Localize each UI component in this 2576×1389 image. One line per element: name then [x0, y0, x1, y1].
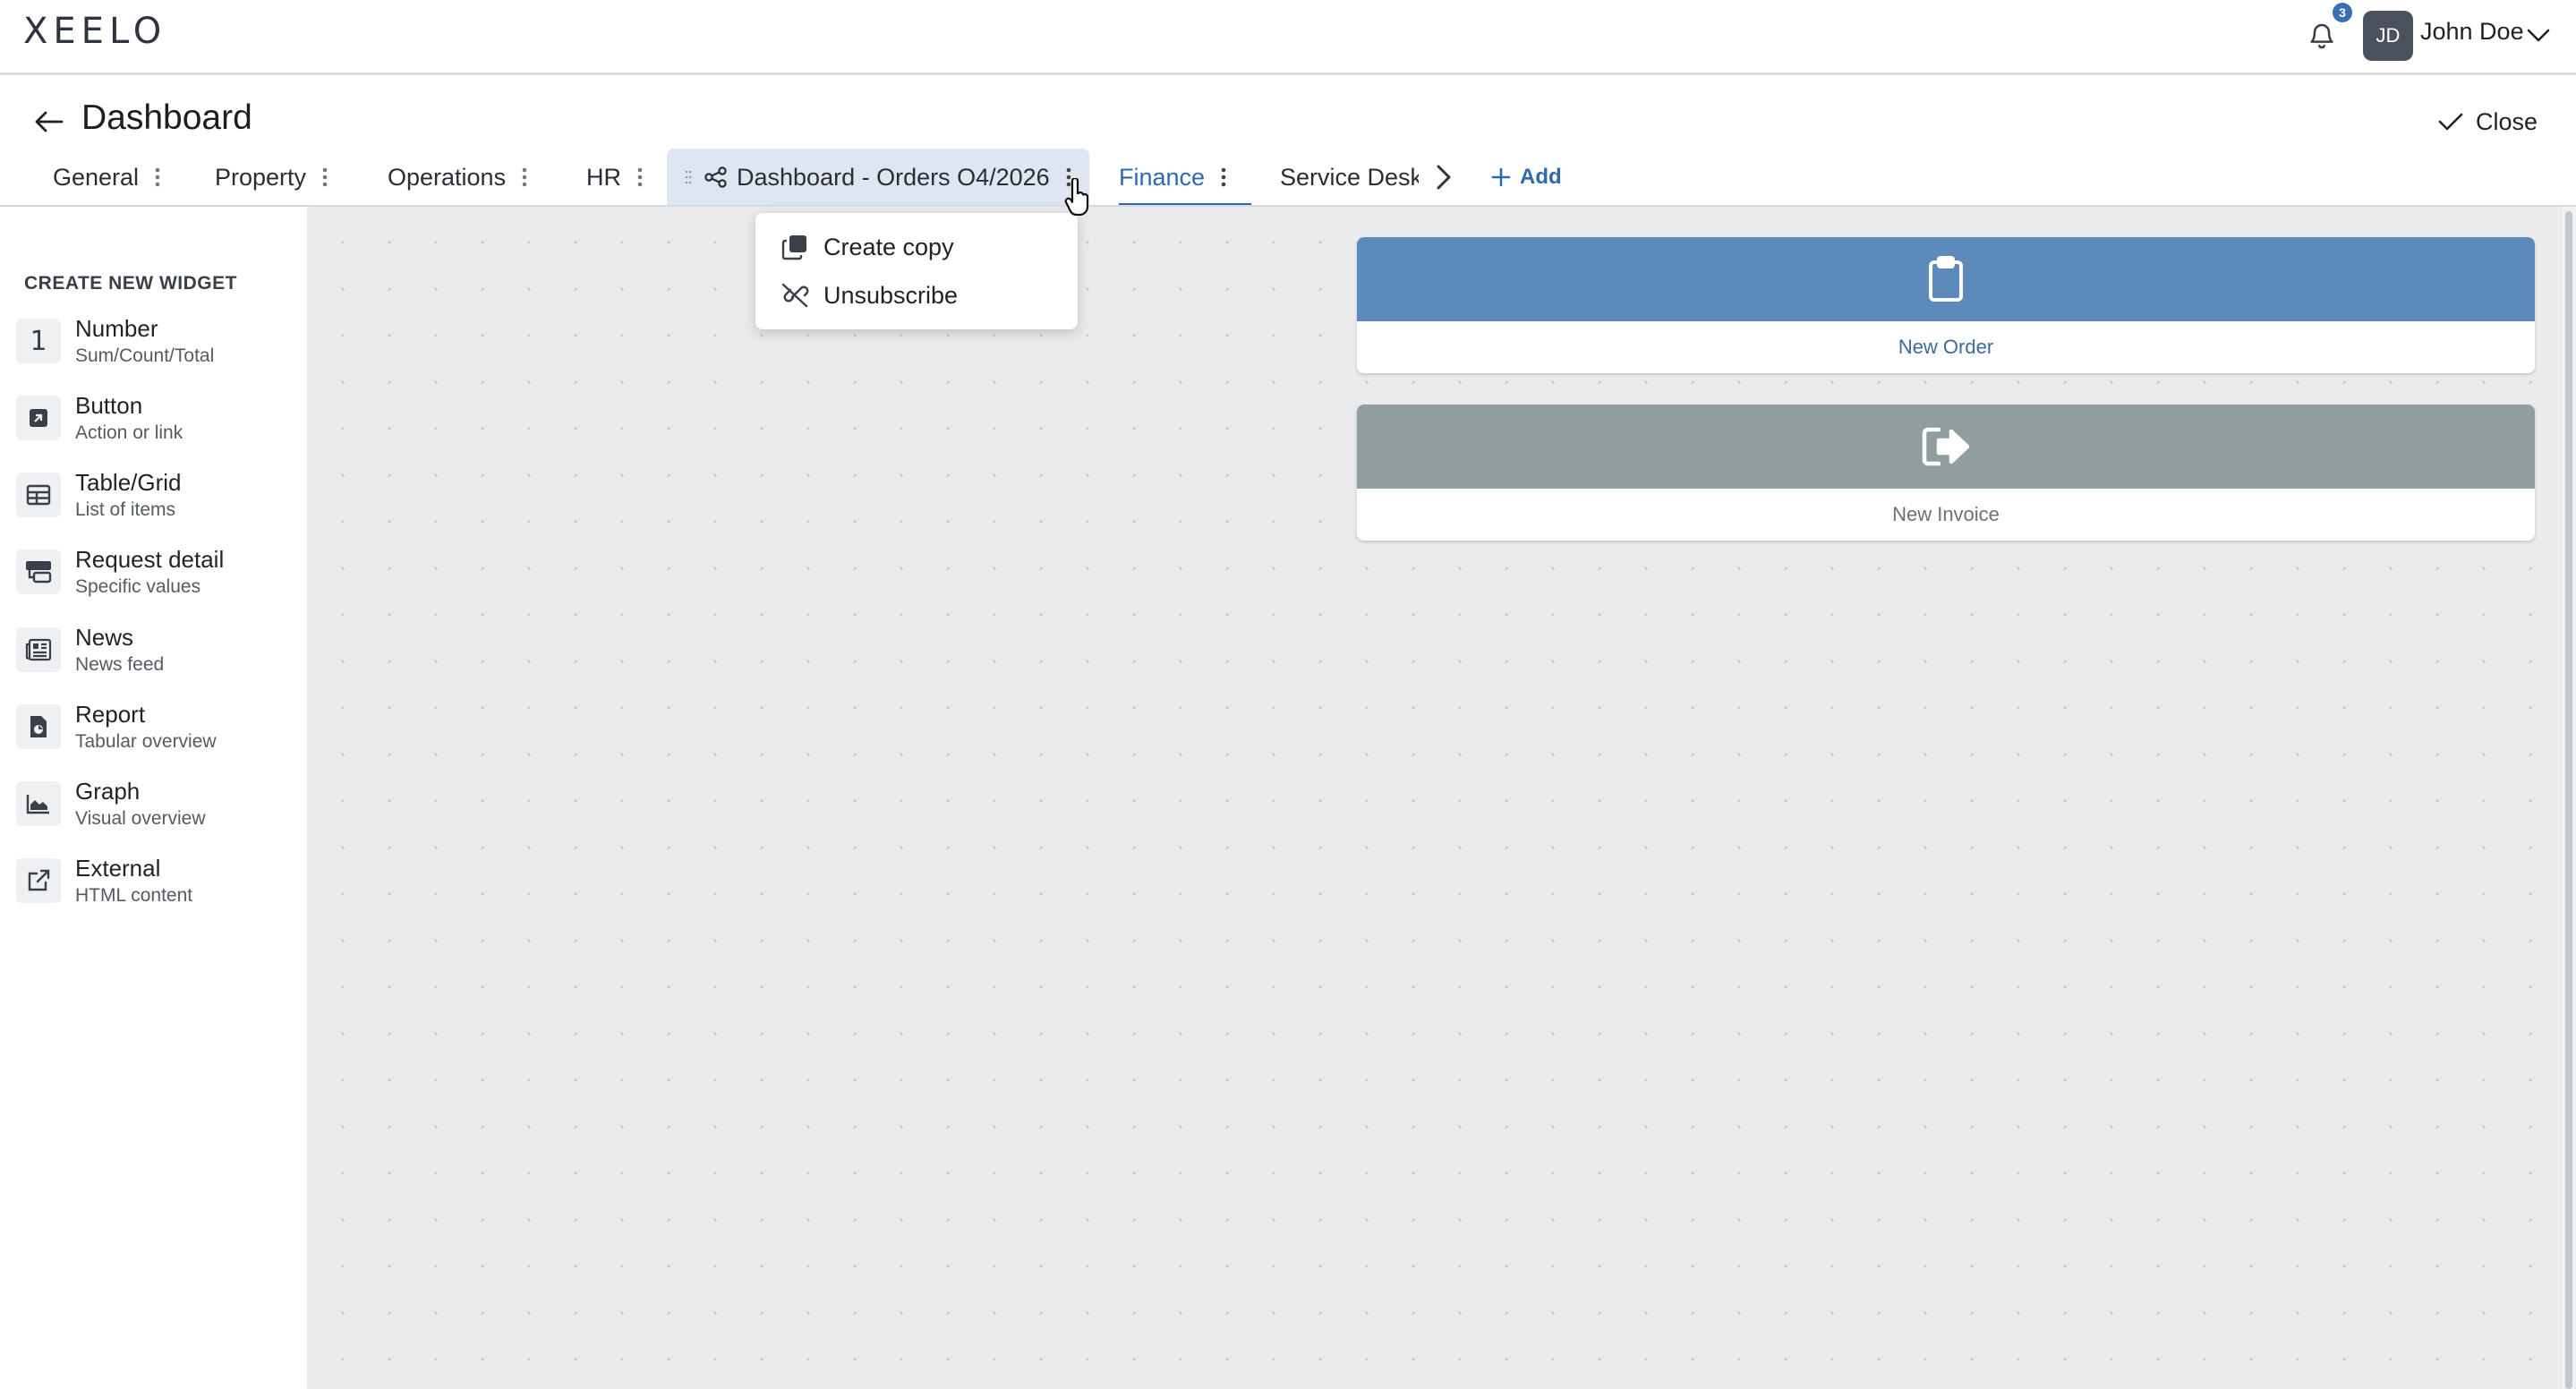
widget-type-external[interactable]: External HTML content	[16, 853, 294, 916]
kebab-menu-icon[interactable]	[1219, 166, 1228, 189]
tab-finance[interactable]: Finance	[1119, 149, 1251, 206]
dashboard-tabs: General Property Operations HR Dashboard…	[0, 149, 1611, 206]
request-detail-icon	[16, 550, 61, 594]
widget-title: Table/Grid	[75, 469, 182, 496]
menu-item-unsubscribe[interactable]: Unsubscribe	[779, 277, 958, 313]
widget-type-graph[interactable]: Graph Visual overview	[16, 776, 294, 839]
user-name[interactable]: John Doe	[2420, 18, 2524, 46]
new-invoice-widget[interactable]: New Invoice	[1357, 405, 2535, 541]
close-button[interactable]: Close	[2438, 106, 2538, 138]
tab-hr[interactable]: HR	[586, 149, 644, 206]
widget-label: New Order	[1898, 336, 1994, 358]
kebab-menu-icon[interactable]	[520, 166, 529, 189]
widget-subtitle: Specific values	[75, 576, 201, 597]
widget-type-table[interactable]: Table/Grid List of items	[16, 467, 294, 530]
copy-icon	[779, 231, 811, 263]
widget-subtitle: HTML content	[75, 885, 193, 906]
add-tab-label: Add	[1520, 165, 1562, 189]
tab-property[interactable]: Property	[215, 149, 329, 206]
sign-out-icon	[1921, 426, 1971, 467]
menu-item-label: Create copy	[823, 233, 954, 260]
tab-context-menu: Create copy Unsubscribe	[755, 213, 1078, 329]
add-tab-button[interactable]: Add	[1491, 159, 1562, 195]
top-bar: XEELO 3 JD John Doe	[0, 0, 2576, 75]
kebab-menu-icon[interactable]	[153, 166, 162, 189]
tab-label: Finance	[1119, 163, 1206, 191]
widget-header	[1357, 237, 2535, 321]
plus-icon	[1491, 167, 1511, 187]
widget-subtitle: Action or link	[75, 422, 183, 443]
report-icon	[16, 704, 61, 749]
widget-title: Button	[75, 392, 143, 419]
share-nodes-icon	[704, 166, 728, 189]
widget-subtitle: List of items	[75, 499, 176, 520]
newspaper-icon	[16, 627, 61, 672]
notification-count-badge: 3	[2333, 3, 2352, 22]
widget-type-news[interactable]: News News feed	[16, 622, 294, 685]
widget-title: News	[75, 624, 134, 651]
widget-type-number[interactable]: 1 Number Sum/Count/Total	[16, 313, 294, 376]
page-title: Dashboard	[81, 98, 252, 137]
tab-general[interactable]: General	[53, 149, 162, 206]
external-link-icon	[16, 858, 61, 903]
tab-label: HR	[586, 163, 621, 191]
widget-title: Report	[75, 701, 146, 728]
tab-operations[interactable]: Operations	[388, 149, 529, 206]
bell-icon[interactable]	[2306, 18, 2338, 54]
widget-label: New Invoice	[1892, 503, 2000, 525]
widget-title: Request detail	[75, 546, 225, 573]
menu-item-create-copy[interactable]: Create copy	[779, 229, 954, 265]
drag-handle-icon[interactable]	[685, 168, 692, 186]
app-logo[interactable]: XEELO	[23, 11, 166, 61]
tab-label: Service Desk	[1280, 163, 1419, 191]
widget-subtitle: News feed	[75, 654, 165, 675]
user-avatar[interactable]: JD	[2363, 11, 2413, 61]
kebab-menu-icon[interactable]	[320, 166, 329, 189]
button-icon	[16, 396, 61, 440]
tab-label: Dashboard - Orders O4/2026	[737, 163, 1050, 191]
menu-item-label: Unsubscribe	[823, 281, 959, 309]
dashboard-canvas[interactable]	[307, 207, 2563, 1389]
widget-title: External	[75, 855, 161, 882]
new-order-widget[interactable]: New Order	[1357, 237, 2535, 373]
widget-palette-heading: CREATE NEW WIDGET	[24, 273, 237, 294]
tab-dashboard-orders[interactable]: Dashboard - Orders O4/2026	[667, 149, 1089, 206]
tab-service-desk[interactable]: Service Desk	[1280, 149, 1419, 206]
hand-pointer-cursor-icon	[1063, 177, 1092, 217]
chevron-down-icon[interactable]	[2524, 23, 2553, 48]
area-chart-icon	[16, 781, 61, 826]
chevron-right-icon[interactable]	[1429, 159, 1459, 195]
widget-title: Graph	[75, 778, 141, 805]
kebab-menu-icon[interactable]	[635, 166, 644, 189]
canvas-scrollbar-thumb[interactable]	[2565, 211, 2572, 1389]
widget-title: Number	[75, 315, 158, 342]
widget-subtitle: Visual overview	[75, 808, 206, 829]
tab-label: General	[53, 163, 140, 191]
clipboard-icon	[1928, 256, 1964, 303]
tab-label: Operations	[388, 163, 507, 191]
unlink-icon	[779, 279, 811, 311]
number-one-icon: 1	[16, 319, 61, 363]
widget-type-report[interactable]: Report Tabular overview	[16, 699, 294, 762]
widget-header	[1357, 405, 2535, 489]
back-arrow-icon[interactable]	[32, 106, 66, 138]
close-label: Close	[2476, 107, 2538, 135]
table-icon	[16, 473, 61, 517]
widget-type-request-detail[interactable]: Request detail Specific values	[16, 544, 294, 607]
checkmark-icon	[2438, 112, 2463, 132]
widget-subtitle: Sum/Count/Total	[75, 345, 215, 366]
widget-type-button[interactable]: Button Action or link	[16, 390, 294, 453]
tab-label: Property	[215, 163, 307, 191]
widget-subtitle: Tabular overview	[75, 731, 217, 752]
